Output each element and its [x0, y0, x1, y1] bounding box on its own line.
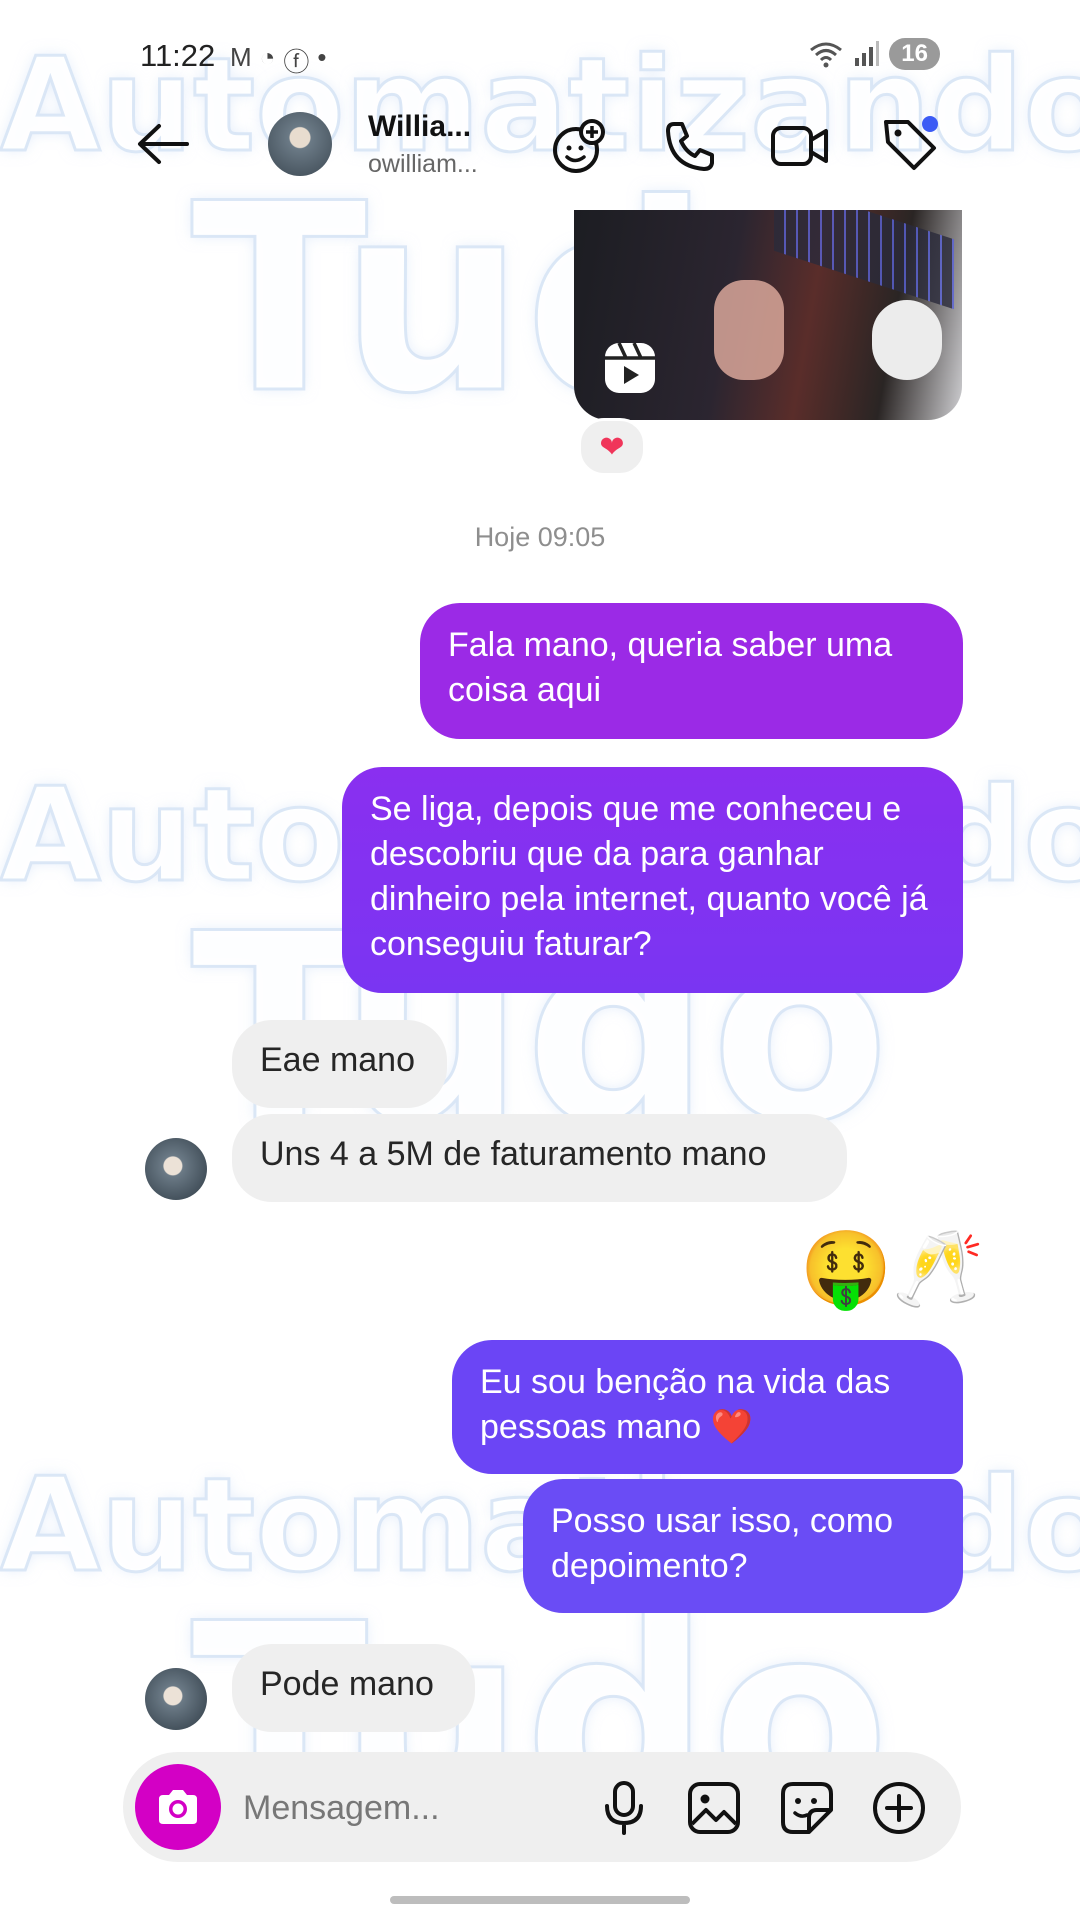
- microphone-icon[interactable]: [600, 1780, 648, 1836]
- outgoing-message[interactable]: Se liga, depois que me conheceu e descob…: [342, 767, 963, 993]
- battery-indicator: 16: [889, 38, 940, 70]
- heart-reaction[interactable]: ❤: [578, 418, 646, 476]
- effects-icon[interactable]: [550, 118, 608, 176]
- tag-icon[interactable]: [880, 114, 942, 174]
- status-bar: 11:22 M ◔ ⓕ • 16: [0, 30, 1080, 80]
- video-call-icon[interactable]: [770, 118, 830, 174]
- dot-icon: •: [317, 42, 327, 72]
- signal-icon: [855, 41, 880, 66]
- message-composer: [123, 1752, 961, 1862]
- contact-handle[interactable]: owilliam...: [368, 150, 478, 179]
- whatsapp-icon: ◔: [259, 42, 276, 72]
- sender-avatar[interactable]: [145, 1668, 207, 1730]
- phone-icon[interactable]: [662, 118, 718, 174]
- chat-timestamp: Hoje 09:05: [474, 522, 606, 552]
- gallery-icon[interactable]: [686, 1780, 742, 1836]
- incoming-message[interactable]: Pode mano: [232, 1644, 475, 1732]
- contact-avatar[interactable]: [268, 112, 332, 176]
- outgoing-message[interactable]: Posso usar isso, como depoimento?: [523, 1479, 963, 1613]
- facebook-icon: ⓕ: [283, 47, 310, 77]
- home-indicator[interactable]: [390, 1896, 690, 1904]
- contact-name[interactable]: Willia...: [368, 110, 471, 144]
- shared-reel-thumbnail[interactable]: [574, 210, 962, 420]
- outgoing-message[interactable]: Eu sou benção na vida das pessoas mano ❤…: [452, 1340, 963, 1474]
- camera-icon: [159, 1790, 197, 1824]
- hand-image: [714, 280, 784, 380]
- mouse-image: [872, 300, 942, 380]
- outgoing-message[interactable]: Fala mano, queria saber uma coisa aqui: [420, 603, 963, 739]
- incoming-message[interactable]: Eae mano: [232, 1020, 447, 1108]
- chat-header: Willia... owilliam...: [0, 100, 1080, 210]
- back-arrow-icon[interactable]: [135, 122, 189, 166]
- sticker-icon[interactable]: [779, 1780, 835, 1836]
- system-icons: 16: [809, 38, 940, 70]
- gmail-icon: M: [230, 42, 252, 72]
- incoming-message[interactable]: Uns 4 a 5M de faturamento mano: [232, 1114, 847, 1202]
- wifi-icon: [810, 42, 843, 68]
- add-icon[interactable]: [871, 1780, 927, 1836]
- sender-avatar[interactable]: [145, 1138, 207, 1200]
- notification-icons: M ◔ ⓕ •: [230, 42, 327, 79]
- message-input[interactable]: [241, 1780, 575, 1836]
- emoji-message[interactable]: 🤑🥂: [800, 1232, 984, 1306]
- clock: 11:22: [140, 38, 216, 73]
- reels-icon: [605, 342, 655, 393]
- keyboard-image: [774, 210, 954, 310]
- camera-button[interactable]: [135, 1764, 221, 1850]
